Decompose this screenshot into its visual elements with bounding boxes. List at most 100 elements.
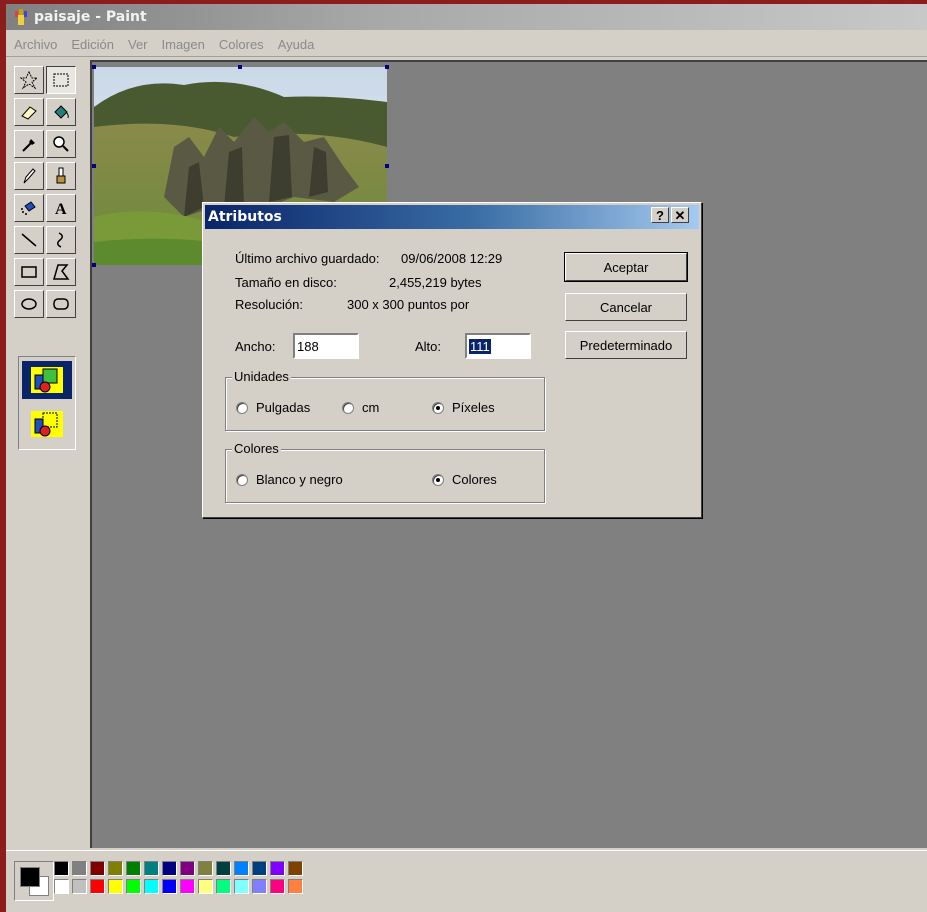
palette-swatch[interactable] — [252, 861, 267, 876]
units-radio-inches[interactable]: Pulgadas — [236, 400, 310, 415]
paint-app-icon[interactable] — [12, 8, 30, 26]
palette-swatch[interactable] — [234, 879, 249, 894]
rectangle-tool[interactable] — [14, 258, 44, 286]
curve-tool[interactable] — [46, 226, 76, 254]
ellipse-icon — [21, 298, 37, 310]
resolution-value: 300 x 300 puntos por — [347, 297, 470, 312]
opaque-selection-option[interactable] — [22, 361, 72, 399]
width-value: 188 — [297, 338, 319, 354]
palette-swatch[interactable] — [270, 879, 285, 894]
palette-swatch[interactable] — [252, 879, 267, 894]
help-button[interactable]: ? — [651, 207, 669, 223]
magnifier-icon — [53, 136, 69, 152]
palette-swatch[interactable] — [162, 879, 177, 894]
polygon-tool[interactable] — [46, 258, 76, 286]
rounded-rectangle-icon — [53, 298, 69, 310]
menu-archivo[interactable]: Archivo — [6, 37, 65, 52]
eyedropper-icon — [22, 139, 35, 152]
menu-edicion[interactable]: Edición — [63, 37, 122, 52]
palette-swatch[interactable] — [216, 879, 231, 894]
tool-options — [18, 356, 76, 450]
menu-imagen[interactable]: Imagen — [154, 37, 213, 52]
free-select-tool[interactable] — [14, 66, 44, 94]
palette-swatch[interactable] — [90, 879, 105, 894]
ellipse-tool[interactable] — [14, 290, 44, 318]
airbrush-tool[interactable] — [14, 194, 44, 222]
colors-radio-color[interactable]: Colores — [432, 472, 497, 487]
palette-swatch[interactable] — [180, 879, 195, 894]
default-button[interactable]: Predeterminado — [565, 331, 687, 359]
palette-swatch[interactable] — [288, 879, 303, 894]
rectangle-icon — [21, 266, 37, 278]
ok-button-label: Aceptar — [603, 259, 649, 275]
menu-colores[interactable]: Colores — [211, 37, 272, 52]
dialog-title-bar[interactable]: Atributos — [205, 205, 699, 229]
palette-swatch[interactable] — [72, 861, 87, 876]
palette-swatch[interactable] — [234, 861, 249, 876]
brush-tool[interactable] — [46, 162, 76, 190]
resolution-label: Resolución: — [235, 297, 303, 312]
color-palette — [6, 850, 927, 912]
palette-swatch[interactable] — [144, 879, 159, 894]
resize-handle[interactable] — [92, 65, 96, 69]
close-button[interactable]: ✕ — [671, 207, 689, 223]
close-icon: ✕ — [674, 207, 686, 223]
resize-handle[interactable] — [238, 65, 242, 69]
resize-handle[interactable] — [92, 164, 96, 168]
units-radio-pixels[interactable]: Píxeles — [432, 400, 495, 415]
rect-select-tool[interactable] — [46, 66, 76, 94]
color-picker-tool[interactable] — [14, 130, 44, 158]
menu-ayuda[interactable]: Ayuda — [270, 37, 323, 52]
width-field[interactable]: 188 — [293, 333, 359, 359]
units-radio-cm[interactable]: cm — [342, 400, 379, 415]
line-tool[interactable] — [14, 226, 44, 254]
palette-swatch[interactable] — [54, 879, 69, 894]
colors-group: Colores Blanco y negro Colores — [225, 441, 545, 503]
last-saved-value: 09/06/2008 12:29 — [401, 251, 503, 266]
rect-select-icon — [53, 73, 69, 87]
palette-swatch[interactable] — [126, 861, 141, 876]
height-field[interactable]: 111 — [465, 333, 531, 359]
size-value: 2,455,219 bytes — [389, 275, 482, 290]
palette-swatch[interactable] — [270, 861, 285, 876]
pencil-tool[interactable] — [14, 162, 44, 190]
title-bar[interactable]: paisaje - Paint — [6, 4, 927, 30]
palette-swatch[interactable] — [288, 861, 303, 876]
polygon-icon — [53, 264, 70, 280]
resize-handle[interactable] — [385, 65, 389, 69]
curve-icon — [57, 232, 63, 248]
palette-swatch[interactable] — [198, 879, 213, 894]
palette-swatch[interactable] — [144, 861, 159, 876]
ok-button[interactable]: Aceptar — [564, 252, 688, 282]
current-colors[interactable] — [14, 861, 54, 901]
default-button-label: Predeterminado — [579, 337, 673, 353]
attributes-dialog: Atributos ? ✕ Último archivo guardado: 0… — [202, 202, 702, 518]
palette-swatch[interactable] — [162, 861, 177, 876]
resize-handle[interactable] — [92, 263, 96, 267]
units-group-label: Unidades — [232, 369, 291, 384]
text-tool[interactable]: A — [46, 194, 76, 222]
palette-swatch[interactable] — [180, 861, 195, 876]
colors-radio-bw[interactable]: Blanco y negro — [236, 472, 343, 487]
palette-swatch[interactable] — [72, 879, 87, 894]
transparent-selection-option[interactable] — [22, 405, 72, 443]
menu-ver[interactable]: Ver — [120, 37, 156, 52]
palette-swatch[interactable] — [108, 861, 123, 876]
palette-swatch[interactable] — [108, 879, 123, 894]
colors-bw-label: Blanco y negro — [256, 472, 343, 487]
airbrush-icon — [21, 201, 36, 215]
magnifier-tool[interactable] — [46, 130, 76, 158]
palette-swatch[interactable] — [54, 861, 69, 876]
fill-bucket-tool[interactable] — [46, 98, 76, 126]
menu-bar: Archivo Edición Ver Imagen Colores Ayuda — [6, 32, 927, 57]
units-group: Unidades Pulgadas cm Píxeles — [225, 369, 545, 431]
resize-handle[interactable] — [385, 164, 389, 168]
eraser-tool[interactable] — [14, 98, 44, 126]
rounded-rectangle-tool[interactable] — [46, 290, 76, 318]
palette-swatch[interactable] — [198, 861, 213, 876]
palette-swatch[interactable] — [216, 861, 231, 876]
palette-swatch[interactable] — [90, 861, 105, 876]
cancel-button[interactable]: Cancelar — [565, 293, 687, 321]
palette-swatch[interactable] — [126, 879, 141, 894]
pencil-icon — [23, 168, 36, 184]
